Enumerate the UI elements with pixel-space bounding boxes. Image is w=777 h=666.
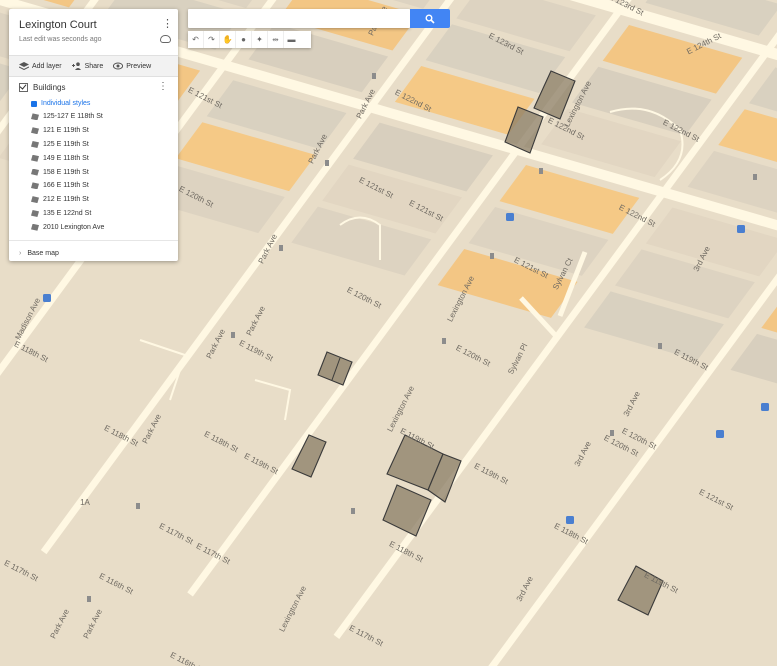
marker-icon[interactable]: ● — [236, 31, 252, 48]
base-map-toggle[interactable]: › Base map — [19, 250, 59, 257]
route-icon[interactable]: ⥈ — [268, 31, 284, 48]
layer-item[interactable]: 125 E 119th St — [19, 138, 168, 152]
bus-stop-icon[interactable] — [372, 73, 376, 79]
search-icon — [425, 14, 435, 24]
subway-icon[interactable] — [566, 516, 574, 524]
hand-icon[interactable]: ✋ — [220, 31, 236, 48]
measure-icon[interactable]: ▬ — [284, 31, 299, 48]
layer-item[interactable]: 125-127 E 118th St — [19, 110, 168, 124]
panel-header: Lexington Court Last edit was seconds ag… — [9, 9, 178, 55]
layer-item[interactable]: 135 E 122nd St — [19, 207, 168, 221]
polygon-shape-icon — [31, 182, 39, 190]
bus-stop-icon[interactable] — [539, 168, 543, 174]
eye-icon — [113, 62, 124, 70]
layer-item-label: 2010 Lexington Ave — [43, 223, 105, 231]
layer-item[interactable]: 2010 Lexington Ave — [19, 220, 168, 234]
add-layer-label: Add layer — [32, 62, 62, 70]
layers-panel: Lexington Court Last edit was seconds ag… — [9, 9, 178, 261]
cloud-saved-icon — [160, 35, 171, 43]
search-button[interactable] — [410, 9, 450, 28]
bus-stop-icon[interactable] — [279, 245, 283, 251]
bus-stop-icon[interactable] — [351, 508, 355, 514]
layer-visibility-checkbox[interactable] — [19, 82, 28, 92]
subway-icon[interactable] — [716, 430, 724, 438]
bus-stop-icon[interactable] — [610, 430, 614, 436]
polygon-shape-icon — [31, 140, 39, 148]
subway-icon[interactable] — [761, 403, 769, 411]
map-toolbar: ↶ ↷ ✋ ● ✦ ⥈ ▬ — [188, 31, 311, 48]
share-button[interactable]: Share — [71, 62, 104, 70]
bus-stop-icon[interactable] — [136, 503, 140, 509]
layer-item[interactable]: 212 E 119th St — [19, 193, 168, 207]
preview-label: Preview — [126, 62, 152, 70]
bus-stop-icon[interactable] — [87, 596, 91, 602]
layers-icon — [18, 62, 30, 71]
layer-item-label: 149 E 118th St — [43, 154, 89, 162]
divider — [9, 240, 178, 241]
redo-icon[interactable]: ↷ — [204, 31, 220, 48]
layer-item-label: 166 E 119th St — [43, 182, 89, 190]
layer-item-label: 125-127 E 118th St — [43, 113, 103, 121]
bus-stop-icon[interactable] — [231, 332, 235, 338]
layer-item-label: 121 E 119th St — [43, 127, 89, 135]
add-layer-button[interactable]: Add layer — [18, 62, 62, 71]
polygon-shape-icon — [31, 223, 39, 231]
polygon-shape-icon — [31, 168, 39, 176]
undo-icon[interactable]: ↶ — [188, 31, 204, 48]
base-map-label: Base map — [27, 250, 59, 257]
map-title[interactable]: Lexington Court — [19, 19, 97, 31]
add-person-icon — [71, 62, 82, 70]
layer-header[interactable]: Buildings ⋮ — [19, 77, 168, 97]
layer-item[interactable]: 121 E 119th St — [19, 124, 168, 138]
polygon-shape-icon — [31, 209, 39, 217]
layer-item-label: 125 E 119th St — [43, 140, 89, 148]
polygon-shape-icon — [31, 127, 39, 135]
layer-style-link[interactable]: Individual styles — [19, 97, 168, 110]
layer-options-icon[interactable]: ⋮ — [158, 81, 168, 92]
bus-stop-icon[interactable] — [490, 253, 494, 259]
layer-item-label: 158 E 119th St — [43, 168, 89, 176]
preview-button[interactable]: Preview — [113, 62, 151, 70]
subway-icon[interactable] — [43, 294, 51, 302]
layer-item-label: 212 E 119th St — [43, 196, 89, 204]
bus-stop-icon[interactable] — [658, 343, 662, 349]
subway-icon[interactable] — [506, 213, 514, 221]
last-edit-status: Last edit was seconds ago — [19, 36, 102, 43]
polygon-shape-icon — [31, 113, 39, 121]
layer-name[interactable]: Buildings — [33, 83, 65, 92]
polygon-shape-icon — [31, 154, 39, 162]
paint-roller-icon — [31, 100, 37, 107]
panel-actions: Add layer Share Preview — [9, 55, 178, 77]
search-input[interactable] — [188, 9, 410, 28]
layer-item[interactable]: 158 E 119th St — [19, 165, 168, 179]
layer-item[interactable]: 149 E 118th St — [19, 151, 168, 165]
chevron-right-icon: › — [19, 250, 22, 257]
polygon-shape-icon — [31, 196, 39, 204]
share-label: Share — [84, 62, 104, 70]
layer-buildings: Buildings ⋮ Individual styles 125-127 E … — [9, 77, 178, 234]
bus-stop-icon[interactable] — [325, 160, 329, 166]
bus-stop-icon[interactable] — [753, 174, 757, 180]
layer-items: 125-127 E 118th St 121 E 119th St 125 E 11… — [19, 110, 168, 234]
subway-icon[interactable] — [737, 225, 745, 233]
polygon-icon[interactable]: ✦ — [252, 31, 268, 48]
bus-stop-icon[interactable] — [442, 338, 446, 344]
street-label: 1A — [80, 498, 90, 507]
layer-item-label: 135 E 122nd St — [43, 209, 92, 217]
layer-style-label: Individual styles — [41, 100, 91, 107]
more-options-icon[interactable]: ⋮ — [162, 17, 173, 30]
layer-item[interactable]: 166 E 119th St — [19, 179, 168, 193]
